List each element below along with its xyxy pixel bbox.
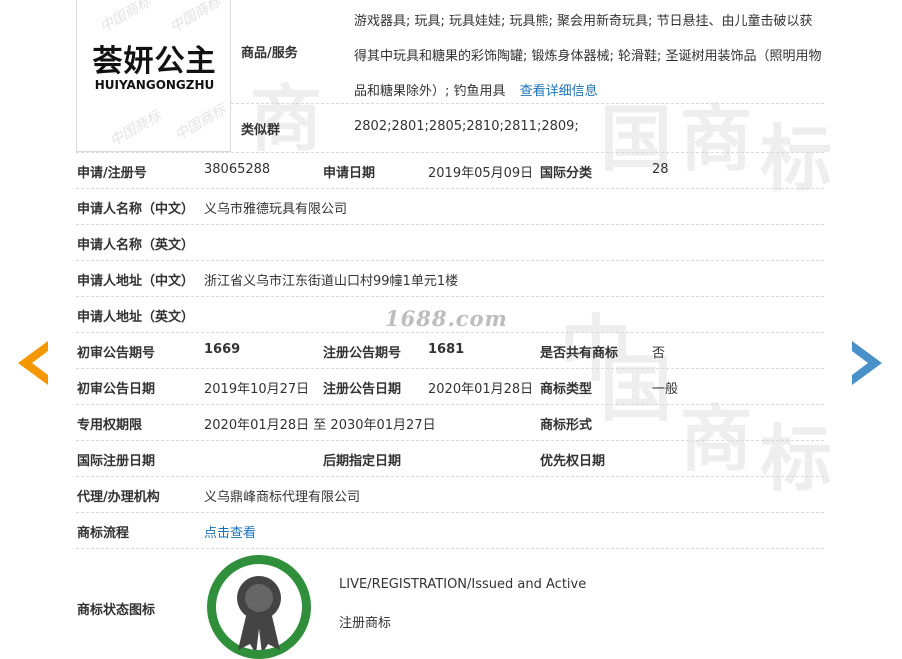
- watermark-char: 标: [760, 417, 833, 501]
- reg-pub-no-value: 1681: [428, 342, 465, 357]
- divider: [76, 512, 824, 513]
- goods-label: 商品/服务: [241, 46, 298, 61]
- divider: [76, 440, 824, 441]
- divider: [76, 548, 824, 549]
- agency-label: 代理/办理机构: [77, 490, 160, 505]
- similar-group-label: 类似群: [241, 123, 281, 138]
- divider: [231, 103, 824, 104]
- priority-date-label: 优先权日期: [540, 454, 606, 469]
- trademark-image: 中国商标 中国商标 荟妍公主 HUIYANGONGZHU 中国商标 中国商标: [76, 0, 231, 152]
- goods-text: 游戏器具; 玩具; 玩具娃娃; 玩具熊; 聚会用新奇玩具; 节日悬挂、由儿童击破…: [354, 4, 824, 109]
- flow-link[interactable]: 点击查看: [204, 522, 256, 541]
- prelim-date-label: 初审公告日期: [77, 382, 156, 397]
- divider: [76, 152, 824, 153]
- divider: [76, 404, 824, 405]
- reg-pub-date-value: 2020年01月28日: [428, 382, 534, 397]
- tm-type-value: 一般: [652, 382, 679, 397]
- exclusive-label: 专用权期限: [77, 418, 143, 433]
- status-en: LIVE/REGISTRATION/Issued and Active: [339, 577, 587, 592]
- address-cn-value: 浙江省义乌市江东街道山口村99幢1单元1楼: [204, 274, 459, 289]
- watermark-char: 商: [250, 77, 323, 161]
- similar-group-value: 2802;2801;2805;2810;2811;2809;: [354, 119, 579, 134]
- site-watermark: 1688.com: [385, 306, 508, 331]
- flow-label: 商标流程: [77, 526, 130, 541]
- applicant-en-label: 申请人名称（英文）: [77, 238, 195, 253]
- divider: [76, 260, 824, 261]
- shared-value: 否: [652, 346, 666, 361]
- tm-type-label: 商标类型: [540, 382, 593, 397]
- exclusive-value: 2020年01月28日 至 2030年01月27日: [204, 418, 436, 433]
- status-label: 商标状态图标: [77, 603, 156, 618]
- view-detail-link[interactable]: 查看详细信息: [520, 84, 598, 99]
- prelim-no-label: 初审公告期号: [77, 346, 156, 361]
- reg-no-value: 38065288: [204, 162, 271, 177]
- later-date-label: 后期指定日期: [323, 454, 402, 469]
- status-cn: 注册商标: [339, 616, 392, 631]
- reg-pub-no-label: 注册公告期号: [323, 346, 402, 361]
- address-cn-label: 申请人地址（中文）: [77, 274, 195, 289]
- trademark-logo-cn: 荟妍公主: [92, 44, 217, 79]
- reg-no-label: 申请/注册号: [77, 166, 147, 181]
- divider: [76, 476, 824, 477]
- intl-reg-date-label: 国际注册日期: [77, 454, 156, 469]
- logo-watermark: 中国商标: [97, 0, 154, 36]
- divider: [76, 224, 824, 225]
- logo-watermark: 中国商标: [172, 101, 229, 144]
- watermark-char: 商: [680, 397, 753, 481]
- logo-watermark: 中国商标: [167, 0, 224, 36]
- divider: [76, 188, 824, 189]
- status-badge-icon: [207, 555, 311, 659]
- apply-date-value: 2019年05月09日: [428, 166, 534, 181]
- prelim-date-value: 2019年10月27日: [204, 382, 310, 397]
- agency-value: 义乌鼎峰商标代理有限公司: [204, 490, 361, 505]
- divider: [76, 332, 824, 333]
- apply-date-label: 申请日期: [323, 166, 376, 181]
- address-en-label: 申请人地址（英文）: [77, 310, 195, 325]
- shared-label: 是否共有商标: [540, 346, 619, 361]
- logo-watermark: 中国商标: [107, 107, 164, 150]
- divider: [76, 296, 824, 297]
- prelim-no-value: 1669: [204, 342, 241, 357]
- intl-class-value: 28: [652, 162, 669, 177]
- award-ribbon-icon: [237, 576, 281, 654]
- reg-pub-date-label: 注册公告日期: [323, 382, 402, 397]
- intl-class-label: 国际分类: [540, 166, 593, 181]
- divider: [76, 368, 824, 369]
- applicant-cn-value: 义乌市雅德玩具有限公司: [204, 202, 348, 217]
- badge-inner: [216, 564, 302, 654]
- tm-form-label: 商标形式: [540, 418, 593, 433]
- trademark-logo-en: HUIYANGONGZHU: [94, 78, 215, 92]
- applicant-cn-label: 申请人名称（中文）: [77, 202, 195, 217]
